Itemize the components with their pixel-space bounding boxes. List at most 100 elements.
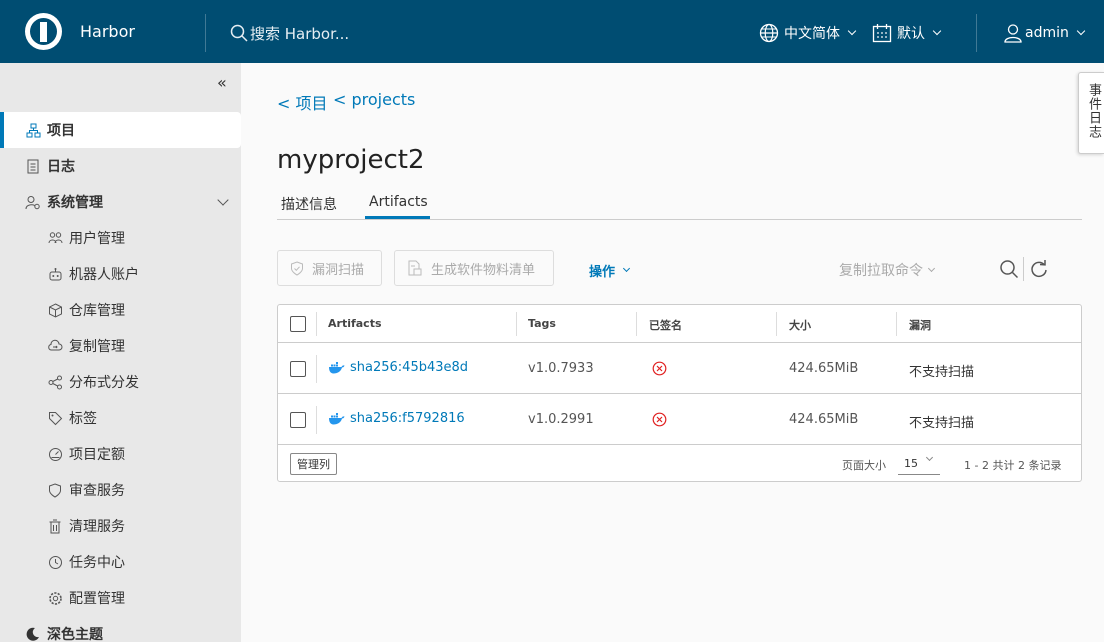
language-label: 中文简体 (784, 26, 840, 42)
sidebar-item-projects[interactable]: 项目 (0, 112, 241, 148)
language-selector[interactable]: 中文简体 (759, 22, 857, 44)
copy-pull-command-dropdown[interactable]: 复制拉取命令 (839, 260, 936, 280)
username: admin (1025, 25, 1069, 41)
document-icon (408, 260, 422, 275)
sidebar-item-label: 复制管理 (69, 339, 125, 355)
search-icon (230, 24, 248, 42)
globe-icon (759, 23, 779, 43)
sidebar-item-logs[interactable]: 日志 (0, 148, 241, 184)
artifact-vulnerabilities: 不支持扫描 (909, 365, 975, 380)
chevron-down-icon[interactable] (217, 194, 229, 206)
distribution-icon (47, 374, 63, 390)
artifacts-table: Artifacts Tags 已签名 大小 漏洞 sha256:45b43e8d… (277, 304, 1082, 482)
chevron-down-icon (622, 264, 631, 273)
page-size-select[interactable]: 15 (898, 453, 940, 475)
calendar-label: 默认 (897, 26, 925, 42)
user-menu[interactable]: admin (1003, 22, 1086, 44)
search-placeholder: 搜索 Harbor... (250, 24, 350, 43)
column-size[interactable]: 大小 (789, 317, 811, 333)
actions-dropdown[interactable]: 操作 (589, 261, 631, 280)
refresh-icon[interactable] (1030, 259, 1048, 279)
select-all-checkbox[interactable] (290, 316, 306, 332)
actions-label: 操作 (589, 265, 616, 280)
sidebar-item-label: 标签 (69, 411, 97, 427)
sidebar-item-distributions[interactable]: 分布式分发 (0, 364, 241, 400)
column-separator (896, 312, 897, 336)
sidebar-item-label: 分布式分发 (69, 375, 139, 391)
pagination-summary: 1 - 2 共计 2 条记录 (964, 459, 1062, 472)
artifact-tag: v1.0.7933 (528, 361, 594, 376)
theme-label: 深色主题 (47, 627, 103, 642)
generate-sbom-button[interactable]: 生成软件物料清单 (394, 250, 554, 286)
page-size-value: 15 (904, 457, 918, 470)
column-signed[interactable]: 已签名 (649, 317, 682, 333)
page-title: myproject2 (277, 145, 425, 175)
tab-artifacts[interactable]: Artifacts (365, 194, 430, 219)
column-separator (316, 355, 317, 383)
shield-icon (47, 482, 63, 498)
manage-columns-button[interactable]: 管理列 (290, 453, 337, 475)
artifact-tag: v1.0.2991 (528, 412, 594, 427)
scan-vulnerability-button[interactable]: 漏洞扫描 (277, 250, 382, 286)
breadcrumb-projects[interactable]: < 项目 (277, 90, 328, 114)
artifact-digest-link[interactable]: sha256:f5792816 (328, 411, 465, 426)
breadcrumb-projects-en[interactable]: < projects (333, 90, 415, 109)
sidebar-item-job-service[interactable]: 任务中心 (0, 544, 241, 580)
calendar-format-selector[interactable]: 默认 (872, 22, 942, 44)
table-row[interactable]: sha256:f5792816 v1.0.2991 424.65MiB 不支持扫… (278, 394, 1081, 445)
sidebar-item-interrogation-services[interactable]: 审查服务 (0, 472, 241, 508)
event-log-tab[interactable]: 事件日志 (1078, 72, 1104, 154)
table-header: Artifacts Tags 已签名 大小 漏洞 (278, 305, 1081, 343)
table-row[interactable]: sha256:45b43e8d v1.0.7933 424.65MiB 不支持扫… (278, 343, 1081, 394)
harbor-logo-icon[interactable] (25, 13, 62, 50)
search-icon[interactable] (999, 259, 1019, 279)
theme-toggle[interactable]: 深色主题 (0, 616, 241, 642)
sidebar-item-label: 日志 (47, 159, 75, 175)
global-search[interactable]: 搜索 Harbor... (230, 22, 349, 44)
sidebar-item-registries[interactable]: 仓库管理 (0, 292, 241, 328)
job-icon (47, 554, 63, 570)
sidebar-item-robot-accounts[interactable]: 机器人账户 (0, 256, 241, 292)
calendar-icon (872, 24, 892, 43)
artifact-digest: sha256:f5792816 (350, 411, 465, 426)
artifact-size: 424.65MiB (789, 361, 859, 376)
sidebar-item-configuration[interactable]: 配置管理 (0, 580, 241, 616)
app-name[interactable]: Harbor (80, 22, 135, 41)
artifact-digest-link[interactable]: sha256:45b43e8d (328, 360, 468, 375)
page-size-label: 页面大小 (842, 459, 886, 472)
docker-icon (329, 362, 345, 374)
not-signed-icon (652, 361, 667, 376)
table-footer: 管理列 页面大小 15 1 - 2 共计 2 条记录 (278, 445, 1081, 481)
column-tags[interactable]: Tags (528, 317, 556, 330)
row-checkbox[interactable] (290, 361, 306, 377)
sidebar-item-clean-up[interactable]: 清理服务 (0, 508, 241, 544)
collapse-sidebar-icon[interactable]: « (217, 73, 227, 92)
registry-icon (47, 302, 63, 318)
column-artifacts[interactable]: Artifacts (328, 317, 382, 330)
column-separator (316, 312, 317, 336)
sidebar-item-label: 配置管理 (69, 591, 125, 607)
sidebar-item-users[interactable]: 用户管理 (0, 220, 241, 256)
toolbar-divider (1023, 257, 1024, 281)
not-signed-icon (652, 412, 667, 427)
sidebar-item-administration[interactable]: 系统管理 (0, 184, 241, 220)
tab-summary[interactable]: 描述信息 (281, 194, 337, 220)
chevron-down-icon (927, 264, 936, 272)
shield-check-icon (291, 260, 303, 276)
column-separator (516, 312, 517, 336)
sidebar-item-labels[interactable]: 标签 (0, 400, 241, 436)
docker-icon (329, 413, 345, 425)
robot-icon (47, 266, 63, 282)
sidebar-item-label: 机器人账户 (69, 267, 139, 283)
sidebar-item-quotas[interactable]: 项目定额 (0, 436, 241, 472)
row-checkbox[interactable] (290, 412, 306, 428)
users-icon (47, 230, 63, 246)
header-divider (976, 14, 977, 52)
column-separator (316, 406, 317, 434)
pull-command-label: 复制拉取命令 (839, 263, 923, 279)
scan-label: 漏洞扫描 (312, 262, 365, 278)
column-vulnerabilities[interactable]: 漏洞 (909, 317, 931, 333)
sidebar-item-replications[interactable]: 复制管理 (0, 328, 241, 364)
sidebar-item-label: 仓库管理 (69, 303, 125, 319)
sidebar-item-label: 项目定额 (69, 447, 125, 463)
